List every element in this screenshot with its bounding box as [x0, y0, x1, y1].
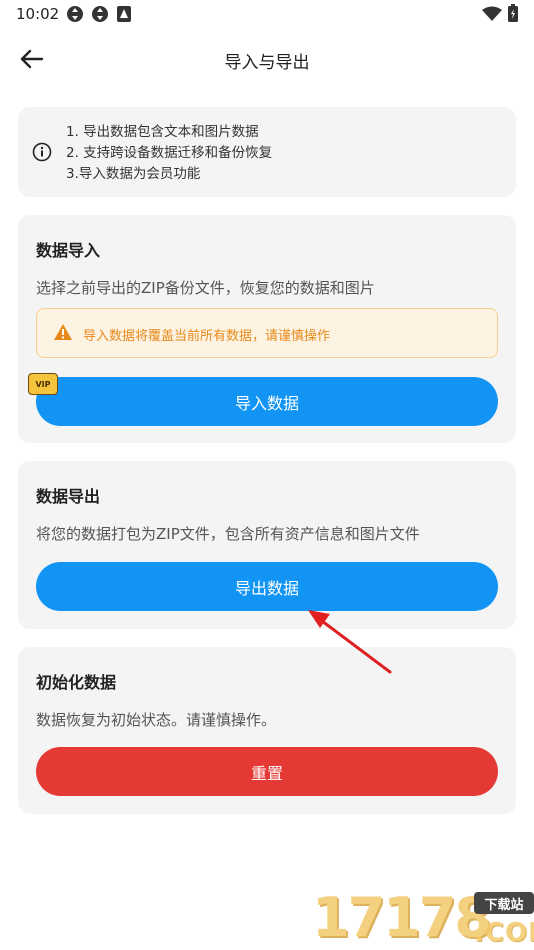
sync-icon [67, 6, 83, 22]
export-title: 数据导出 [36, 487, 101, 506]
info-list: 1. 导出数据包含文本和图片数据 2. 支持跨设备数据迁移和备份恢复 3.导入数… [66, 122, 272, 185]
page-title: 导入与导出 [224, 53, 310, 73]
info-line: 3.导入数据为会员功能 [66, 166, 201, 182]
battery-icon [508, 4, 518, 22]
reset-button[interactable]: 重置 [36, 747, 498, 796]
watermark-logo: 17178 下载站 .COM [306, 880, 534, 950]
app-header: 导入与导出 [0, 36, 534, 82]
info-line: 2. 支持跨设备数据迁移和备份恢复 [66, 145, 273, 161]
info-line: 1. 导出数据包含文本和图片数据 [66, 124, 259, 140]
import-export-screen: 10:02 导入与导出 1. 导出数据包含文本和图片数据 2. 支持跨设备数据迁… [0, 0, 534, 950]
warning-icon [54, 324, 72, 340]
import-description: 选择之前导出的ZIP备份文件，恢复您的数据和图片 [36, 279, 375, 297]
import-card: 数据导入 选择之前导出的ZIP备份文件，恢复您的数据和图片 导入数据将覆盖当前所… [18, 215, 516, 443]
export-description: 将您的数据打包为ZIP文件，包含所有资产信息和图片文件 [36, 525, 420, 543]
watermark-domain: .COM [474, 918, 534, 948]
notification-icon [117, 6, 131, 22]
export-card: 数据导出 将您的数据打包为ZIP文件，包含所有资产信息和图片文件 导出数据 [18, 461, 516, 629]
vip-badge: VIP [28, 373, 58, 395]
status-time: 10:02 [16, 5, 60, 23]
import-data-button[interactable]: 导入数据 [36, 377, 498, 426]
watermark-digits: 17178 [312, 886, 492, 949]
reset-title: 初始化数据 [36, 673, 117, 692]
reset-description: 数据恢复为初始状态。请谨慎操作。 [36, 711, 277, 729]
info-card: 1. 导出数据包含文本和图片数据 2. 支持跨设备数据迁移和备份恢复 3.导入数… [18, 107, 516, 197]
warning-box: 导入数据将覆盖当前所有数据，请谨慎操作 [36, 308, 498, 358]
annotation-arrow-icon [308, 610, 392, 674]
status-bar: 10:02 [0, 0, 534, 30]
warning-text: 导入数据将覆盖当前所有数据，请谨慎操作 [83, 329, 331, 344]
info-icon [32, 142, 52, 162]
export-data-button[interactable]: 导出数据 [36, 562, 498, 611]
sync-icon [92, 6, 108, 22]
watermark-badge: 下载站 [474, 892, 534, 914]
reset-card: 初始化数据 数据恢复为初始状态。请谨慎操作。 重置 [18, 647, 516, 814]
import-title: 数据导入 [36, 241, 101, 260]
wifi-icon [482, 6, 502, 21]
